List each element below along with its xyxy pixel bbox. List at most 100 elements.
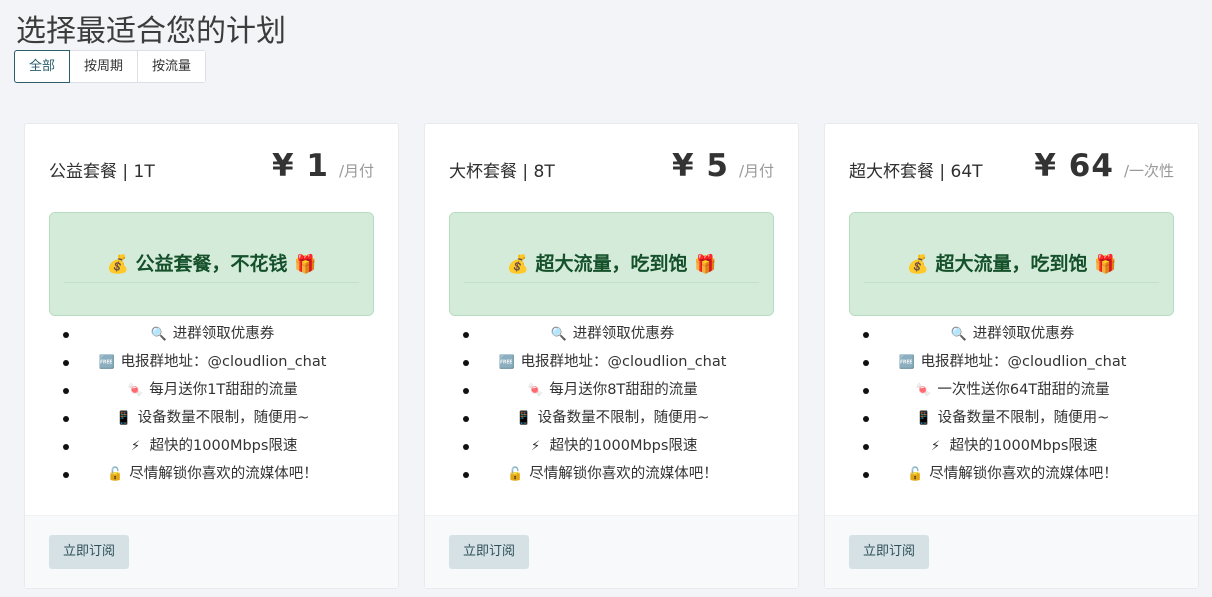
plan-banner: 💰 超大流量，吃到饱 🎁 (449, 212, 774, 316)
subscribe-button[interactable]: 立即订阅 (449, 535, 530, 569)
bullet-dot (63, 388, 69, 394)
gift-icon: 🎁 (294, 254, 317, 275)
feature-text: 一次性送你64T甜甜的流量 (937, 382, 1110, 398)
phone-icon: 📱 (115, 411, 132, 426)
plan-card-footer: 立即订阅 (25, 515, 398, 588)
plan-period: /月付 (738, 162, 774, 180)
feature-text: 电报群地址：@cloudlion_chat (120, 354, 327, 370)
lightning-icon: ⚡ (130, 439, 141, 454)
plan-name: 大杯套餐 | 8T (449, 162, 555, 182)
feature-text: 设备数量不限制，随便用~ (537, 410, 710, 426)
feature-item: 🆓 电报群地址：@cloudlion_chat (49, 348, 374, 376)
subscribe-button[interactable]: 立即订阅 (49, 535, 130, 569)
filter-by-period-button[interactable]: 按周期 (70, 51, 139, 82)
feature-text: 超快的1000Mbps限速 (549, 438, 698, 454)
feature-item: 🍬 一次性送你64T甜甜的流量 (849, 376, 1174, 404)
feature-list: 🔍 进群领取优惠券 🆓 电报群地址：@cloudlion_chat 🍬 每月送你8T甜… (449, 320, 774, 488)
bullet-dot (863, 472, 869, 478)
plan-name: 公益套餐 | 1T (49, 162, 155, 182)
plan-price: ¥ 1 (272, 148, 329, 184)
feature-text: 尽情解锁你喜欢的流媒体吧！ (129, 466, 318, 482)
free-badge-icon: 🆓 (498, 355, 515, 370)
plan-card: 超大杯套餐 | 64T ¥ 64 /一次性 💰 超大流量，吃到饱 🎁 🔍 进群领取… (824, 123, 1199, 589)
plan-card-footer: 立即订阅 (825, 515, 1198, 588)
phone-icon: 📱 (515, 411, 532, 426)
unlock-icon: 🔓 (107, 467, 124, 482)
feature-list: 🔍 进群领取优惠券 🆓 电报群地址：@cloudlion_chat 🍬 一次性送你64… (849, 320, 1174, 488)
bullet-dot (863, 332, 869, 338)
feature-text: 设备数量不限制，随便用~ (937, 410, 1110, 426)
magnifier-icon: 🔍 (150, 327, 167, 342)
gift-icon: 🎁 (694, 254, 717, 275)
feature-text: 电报群地址：@cloudlion_chat (520, 354, 727, 370)
feature-item: ⚡ 超快的1000Mbps限速 (449, 432, 774, 460)
free-badge-icon: 🆓 (898, 355, 915, 370)
free-badge-icon: 🆓 (98, 355, 115, 370)
bullet-dot (863, 388, 869, 394)
lightning-icon: ⚡ (930, 439, 941, 454)
money-bag-icon: 💰 (506, 254, 529, 275)
feature-item: ⚡ 超快的1000Mbps限速 (849, 432, 1174, 460)
bullet-dot (863, 360, 869, 366)
plan-price-block: ¥ 1 /月付 (272, 148, 374, 184)
bullet-dot (463, 388, 469, 394)
feature-text: 进群领取优惠券 (172, 326, 275, 342)
bullet-dot (463, 332, 469, 338)
plan-banner-content: 💰 公益套餐，不花钱 🎁 (64, 249, 359, 283)
plan-name: 超大杯套餐 | 64T (849, 162, 983, 182)
bullet-dot (463, 472, 469, 478)
bullet-dot (863, 444, 869, 450)
feature-item: 🔍 进群领取优惠券 (449, 320, 774, 348)
gift-icon: 🎁 (1094, 254, 1117, 275)
feature-text: 电报群地址：@cloudlion_chat (920, 354, 1127, 370)
feature-item: 🍬 每月送你8T甜甜的流量 (449, 376, 774, 404)
feature-text: 设备数量不限制，随便用~ (137, 410, 310, 426)
bullet-dot (463, 360, 469, 366)
phone-icon: 📱 (915, 411, 932, 426)
bullet-dot (63, 416, 69, 422)
plan-filter-tabs: 全部 按周期 按流量 (14, 50, 207, 83)
feature-item: 🔓 尽情解锁你喜欢的流媒体吧！ (849, 460, 1174, 488)
plan-banner-content: 💰 超大流量，吃到饱 🎁 (464, 249, 759, 283)
feature-text: 每月送你8T甜甜的流量 (549, 382, 698, 398)
candy-icon: 🍬 (915, 383, 932, 398)
magnifier-icon: 🔍 (550, 327, 567, 342)
feature-item: 📱 设备数量不限制，随便用~ (49, 404, 374, 432)
plan-price: ¥ 5 (672, 148, 729, 184)
bullet-dot (63, 360, 69, 366)
subscribe-button[interactable]: 立即订阅 (849, 535, 930, 569)
feature-text: 进群领取优惠券 (972, 326, 1075, 342)
plan-period: /一次性 (1123, 162, 1174, 180)
lightning-icon: ⚡ (530, 439, 541, 454)
plan-banner-text: 超大流量，吃到饱 (535, 253, 688, 275)
bullet-dot (863, 416, 869, 422)
plan-price: ¥ 64 (1034, 148, 1114, 184)
bullet-dot (63, 444, 69, 450)
feature-item: 🔓 尽情解锁你喜欢的流媒体吧！ (49, 460, 374, 488)
plan-card: 大杯套餐 | 8T ¥ 5 /月付 💰 超大流量，吃到饱 🎁 🔍 进群领取优惠券 … (424, 123, 799, 589)
feature-list: 🔍 进群领取优惠券 🆓 电报群地址：@cloudlion_chat 🍬 每月送你1T甜… (49, 320, 374, 488)
feature-item: 🔍 进群领取优惠券 (49, 320, 374, 348)
plan-price-block: ¥ 5 /月付 (672, 148, 774, 184)
feature-item: 📱 设备数量不限制，随便用~ (449, 404, 774, 432)
plan-banner-text: 公益套餐，不花钱 (135, 253, 288, 275)
unlock-icon: 🔓 (507, 467, 524, 482)
feature-text: 每月送你1T甜甜的流量 (149, 382, 298, 398)
bullet-dot (63, 472, 69, 478)
feature-text: 超快的1000Mbps限速 (949, 438, 1098, 454)
money-bag-icon: 💰 (906, 254, 929, 275)
unlock-icon: 🔓 (907, 467, 924, 482)
plan-banner: 💰 公益套餐，不花钱 🎁 (49, 212, 374, 316)
bullet-dot (463, 444, 469, 450)
filter-by-traffic-button[interactable]: 按流量 (138, 51, 206, 82)
filter-all-button[interactable]: 全部 (14, 50, 71, 83)
magnifier-icon: 🔍 (950, 327, 967, 342)
feature-item: ⚡ 超快的1000Mbps限速 (49, 432, 374, 460)
feature-text: 进群领取优惠券 (572, 326, 675, 342)
plan-banner-content: 💰 超大流量，吃到饱 🎁 (864, 249, 1159, 283)
candy-icon: 🍬 (127, 383, 144, 398)
plan-banner-text: 超大流量，吃到饱 (935, 253, 1088, 275)
feature-item: 📱 设备数量不限制，随便用~ (849, 404, 1174, 432)
feature-item: 🔍 进群领取优惠券 (849, 320, 1174, 348)
candy-icon: 🍬 (527, 383, 544, 398)
